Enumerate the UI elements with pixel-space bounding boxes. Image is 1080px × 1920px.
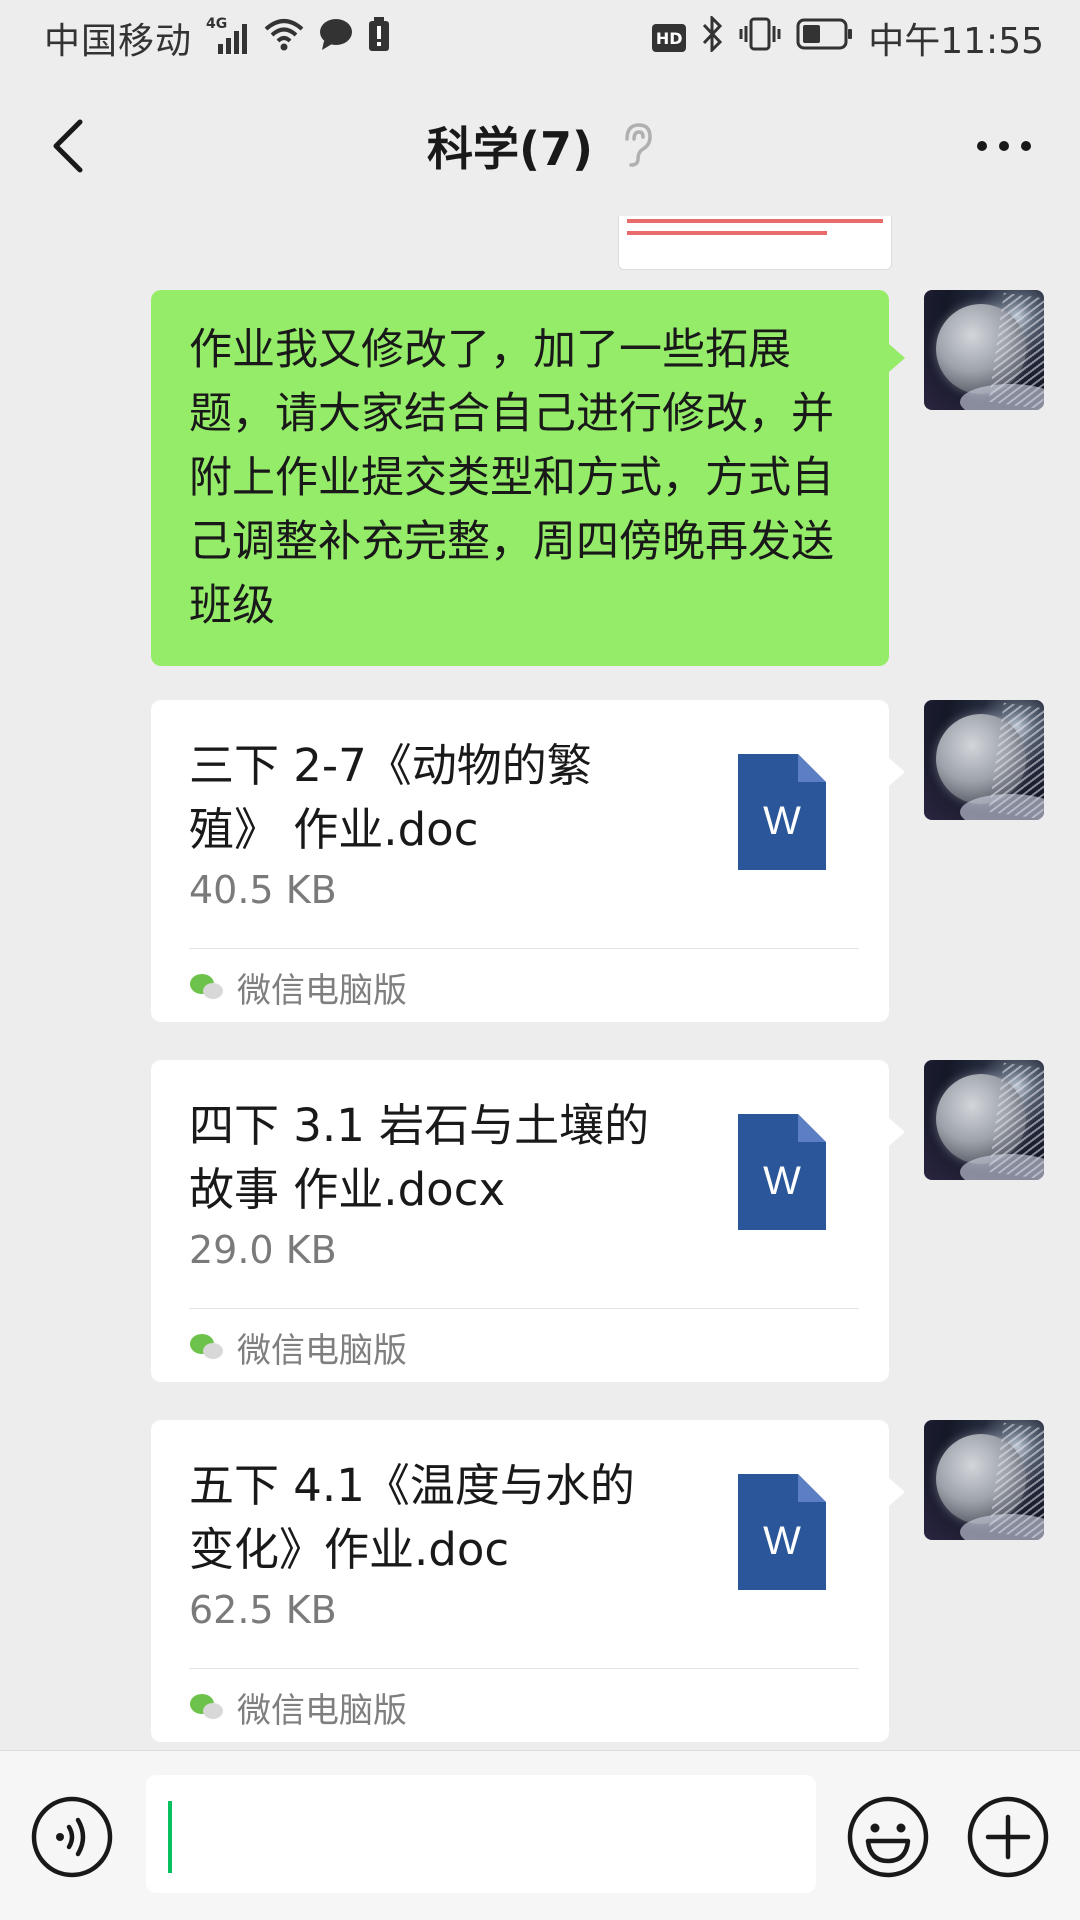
- divider: [189, 1308, 859, 1309]
- message-input[interactable]: [146, 1775, 816, 1893]
- back-button[interactable]: [36, 114, 100, 178]
- chevron-left-icon: [53, 119, 83, 173]
- file-source-label: 微信电脑版: [237, 970, 407, 1011]
- status-bar-left: 中国移动 4G: [44, 12, 390, 64]
- word-doc-icon: W: [738, 1114, 826, 1230]
- message-list[interactable]: 作业我又修改了，加了一些拓展题，请大家结合自己进行修改，并附上作业提交类型和方式…: [0, 216, 1080, 1750]
- alert-battery-icon: [368, 16, 390, 60]
- chat-header: 科学(7): [0, 76, 1080, 216]
- svg-text:W: W: [763, 1159, 801, 1203]
- bubble-tail: [889, 1478, 905, 1506]
- input-bar: [0, 1750, 1080, 1920]
- carrier-label: 中国移动: [44, 21, 193, 62]
- previous-image-message[interactable]: [618, 216, 892, 270]
- avatar[interactable]: [924, 290, 1044, 410]
- message-icon: [318, 17, 354, 60]
- chat-title: 科学(7): [426, 122, 594, 176]
- bubble-tail: [889, 758, 905, 786]
- hd-label: HD: [655, 28, 683, 48]
- file-source: 微信电脑版: [189, 1682, 407, 1732]
- more-button[interactable]: [964, 114, 1044, 178]
- status-bar-right: HD 中午11:55: [652, 12, 1044, 64]
- emoji-icon[interactable]: [846, 1795, 930, 1879]
- file-source: 微信电脑版: [189, 1322, 407, 1372]
- more-icon: [977, 141, 1031, 151]
- avatar[interactable]: [924, 1060, 1044, 1180]
- status-bar: 中国移动 4G HD 中午11:55: [0, 0, 1080, 76]
- battery-icon: [796, 18, 854, 59]
- chat-title-group: 科学(7): [427, 113, 653, 179]
- file-source-label: 微信电脑版: [237, 1330, 407, 1371]
- plus-icon[interactable]: [966, 1795, 1050, 1879]
- file-name: 五下 4.1《温度与水的变化》作业.doc: [189, 1459, 635, 1576]
- divider: [189, 1668, 859, 1669]
- file-size: 62.5 KB: [189, 1588, 337, 1632]
- signal-icon: 4G: [206, 16, 250, 56]
- bluetooth-icon: [700, 13, 724, 61]
- file-size: 40.5 KB: [189, 868, 337, 912]
- file-name: 四下 3.1 岩石与土壤的故事 作业.docx: [189, 1099, 650, 1216]
- hd-icon: HD: [652, 24, 687, 52]
- file-message-card[interactable]: 四下 3.1 岩石与土壤的故事 作业.docx 29.0 KB W 微信电脑版: [151, 1060, 889, 1382]
- bubble-tail: [889, 1118, 905, 1146]
- file-message-card[interactable]: 五下 4.1《温度与水的变化》作业.doc 62.5 KB W 微信电脑版: [151, 1420, 889, 1742]
- svg-text:W: W: [763, 1519, 801, 1563]
- word-doc-icon: W: [738, 1474, 826, 1590]
- bubble-tail: [889, 344, 905, 372]
- wechat-icon: [190, 974, 223, 999]
- svg-text:W: W: [763, 799, 801, 843]
- image-text-line: [627, 231, 827, 235]
- message-text: 作业我又修改了，加了一些拓展题，请大家结合自己进行修改，并附上作业提交类型和方式…: [189, 325, 834, 631]
- wechat-icon: [190, 1334, 223, 1359]
- wifi-icon: [264, 17, 304, 60]
- word-doc-icon: W: [738, 754, 826, 870]
- vibrate-icon: [738, 16, 782, 61]
- avatar[interactable]: [924, 700, 1044, 820]
- ear-icon: [619, 121, 653, 171]
- clock: 中午11:55: [868, 21, 1044, 62]
- file-source: 微信电脑版: [189, 962, 407, 1012]
- text-message-bubble[interactable]: 作业我又修改了，加了一些拓展题，请大家结合自己进行修改，并附上作业提交类型和方式…: [151, 290, 889, 666]
- file-message-card[interactable]: 三下 2-7《动物的繁殖》 作业.doc 40.5 KB W 微信电脑版: [151, 700, 889, 1022]
- avatar[interactable]: [924, 1420, 1044, 1540]
- image-text-line: [627, 219, 883, 223]
- file-source-label: 微信电脑版: [237, 1690, 407, 1731]
- wechat-icon: [190, 1694, 223, 1719]
- file-name: 三下 2-7《动物的繁殖》 作业.doc: [189, 739, 592, 856]
- voice-icon[interactable]: [30, 1795, 114, 1879]
- file-size: 29.0 KB: [189, 1228, 337, 1272]
- text-caret: [168, 1801, 172, 1873]
- divider: [189, 948, 859, 949]
